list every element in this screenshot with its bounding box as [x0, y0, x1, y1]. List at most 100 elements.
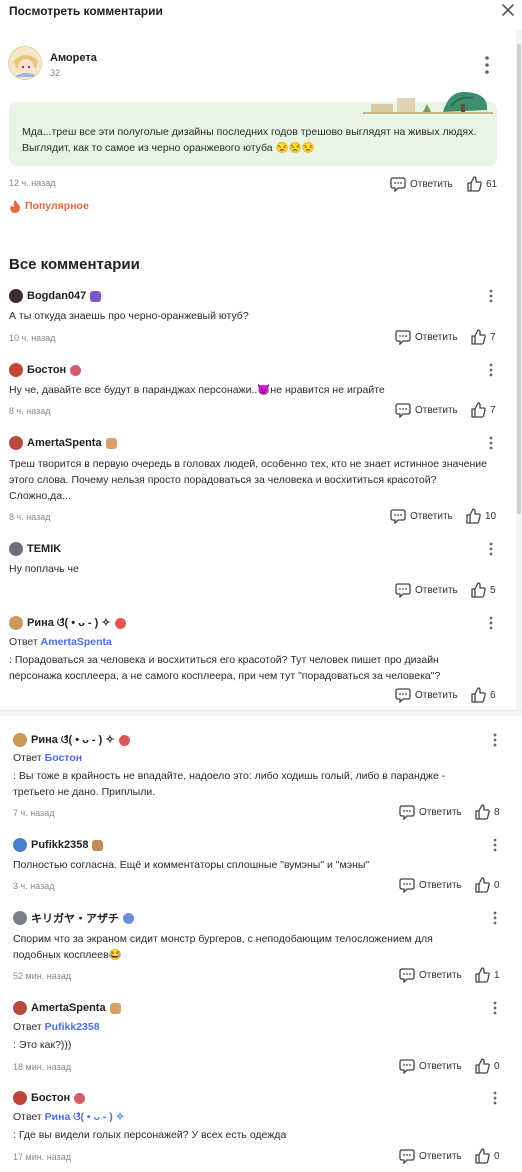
fire-icon	[9, 199, 21, 213]
thumbs-up-icon	[474, 804, 490, 820]
reply-button[interactable]: Ответить	[399, 804, 462, 820]
comment-text: : Где вы видели голых персонажей? У всех…	[13, 1129, 287, 1141]
comment-author[interactable]: AmertaSpenta	[27, 437, 102, 449]
thumbs-up-icon	[470, 582, 486, 598]
reply-label: Ответить	[415, 689, 458, 701]
reply-reference: Ответ Pufikk2358	[13, 1021, 100, 1033]
avatar[interactable]	[9, 289, 23, 303]
more-options-icon[interactable]	[485, 541, 497, 557]
more-options-icon[interactable]	[478, 54, 496, 76]
main-author-level: 32	[50, 68, 61, 78]
comment-author[interactable]: Pufikk2358	[31, 839, 88, 851]
like-button[interactable]: 0	[474, 1058, 500, 1074]
avatar[interactable]	[13, 733, 27, 747]
comment-bubble-icon	[395, 687, 411, 703]
more-options-icon[interactable]	[489, 910, 501, 926]
more-options-icon[interactable]	[489, 837, 501, 853]
reply-button[interactable]: Ответить	[390, 176, 453, 192]
more-options-icon[interactable]	[485, 362, 497, 378]
more-options-icon[interactable]	[485, 288, 497, 304]
scrollbar-thumb[interactable]	[517, 44, 521, 514]
scrollbar[interactable]	[516, 30, 522, 710]
reply-button[interactable]: Ответить	[390, 508, 453, 524]
badge-icon	[109, 1002, 121, 1014]
reply-label: Ответить	[415, 404, 458, 416]
more-options-icon[interactable]	[485, 615, 497, 631]
reply-button[interactable]: Ответить	[399, 877, 462, 893]
avatar[interactable]	[8, 46, 42, 80]
reply-target-link[interactable]: Pufikk2358	[45, 1021, 100, 1033]
like-button[interactable]: 61	[466, 176, 497, 192]
more-options-icon[interactable]	[489, 732, 501, 748]
dialog-header: Посмотреть комментарии	[0, 0, 522, 24]
comment-author[interactable]: AmertaSpenta	[31, 1002, 106, 1014]
avatar[interactable]	[9, 616, 23, 630]
reply-button[interactable]: Ответить	[395, 402, 458, 418]
landscape-decoration-icon	[363, 86, 493, 120]
avatar[interactable]	[13, 911, 27, 925]
dialog-title: Посмотреть комментарии	[9, 4, 163, 18]
comment-author[interactable]: Рина ଓ̊( • ᴗ - ) ✧	[27, 616, 111, 630]
avatar[interactable]	[13, 838, 27, 852]
like-count: 7	[490, 331, 496, 343]
like-button[interactable]: 8	[474, 804, 500, 820]
reply-target-link[interactable]: Рина ଓ̊( • ᴗ - ) ✧	[45, 1111, 125, 1123]
reply-prefix: Ответ	[13, 1021, 42, 1033]
comment-bubble-icon	[399, 967, 415, 983]
main-comment-time: 12 ч. назад	[9, 178, 56, 188]
comment-time: 8 ч. назад	[9, 406, 51, 416]
like-count: 6	[490, 689, 496, 701]
like-button[interactable]: 5	[470, 582, 496, 598]
more-options-icon[interactable]	[489, 1000, 501, 1016]
thumbs-up-icon	[474, 1058, 490, 1074]
main-author-name[interactable]: Аморета	[50, 52, 97, 64]
comment-bubble-icon	[399, 1058, 415, 1074]
comment-time: 17 мин. назад	[13, 1152, 71, 1162]
avatar[interactable]	[9, 363, 23, 377]
reply-button[interactable]: Ответить	[395, 329, 458, 345]
reply-button[interactable]: Ответить	[395, 687, 458, 703]
like-button[interactable]: 7	[470, 402, 496, 418]
comment-author[interactable]: Рина ଓ̊( • ᴗ - ) ✧	[31, 733, 115, 747]
comment-time: 7 ч. назад	[13, 808, 55, 818]
comment-author[interactable]: キリガヤ・アザチ	[31, 910, 119, 926]
avatar[interactable]	[13, 1001, 27, 1015]
reply-button[interactable]: Ответить	[395, 582, 458, 598]
comment-text: Спорим что за экраном сидит монстр бурге…	[13, 933, 433, 961]
like-button[interactable]: 0	[474, 877, 500, 893]
comment-bubble-icon	[399, 877, 415, 893]
reply-reference: Ответ Рина ଓ̊( • ᴗ - ) ✧	[13, 1111, 124, 1124]
comment-time: 18 мин. назад	[13, 1062, 71, 1072]
badge-icon	[105, 437, 117, 449]
avatar[interactable]	[9, 436, 23, 450]
badge-icon	[123, 912, 134, 924]
reply-button[interactable]: Ответить	[399, 1058, 462, 1074]
more-options-icon[interactable]	[485, 435, 497, 451]
thumbs-up-icon	[470, 687, 486, 703]
comment-author[interactable]: TEMIK	[27, 543, 61, 555]
like-button[interactable]: 10	[465, 508, 496, 524]
avatar[interactable]	[9, 542, 23, 556]
like-button[interactable]: 1	[474, 967, 500, 983]
like-count: 1	[494, 969, 500, 981]
reply-button[interactable]: Ответить	[399, 967, 462, 983]
reply-button[interactable]: Ответить	[399, 1148, 462, 1164]
like-button[interactable]: 6	[470, 687, 496, 703]
reply-target-link[interactable]: Бостон	[45, 752, 82, 764]
like-button[interactable]: 0	[474, 1148, 500, 1164]
avatar[interactable]	[13, 1091, 27, 1105]
comment-author[interactable]: Бостон	[31, 1092, 70, 1104]
badge-icon	[70, 364, 82, 376]
close-icon[interactable]	[500, 2, 516, 18]
more-options-icon[interactable]	[489, 1090, 501, 1106]
reply-target-link[interactable]: AmertaSpenta	[41, 636, 112, 648]
comment-author[interactable]: Бостон	[27, 364, 66, 376]
comment-bubble-icon	[395, 582, 411, 598]
thumbs-up-icon	[474, 1148, 490, 1164]
reply-prefix: Ответ	[9, 636, 38, 648]
comment-author[interactable]: Bogdan047	[27, 290, 86, 302]
like-count: 7	[490, 404, 496, 416]
like-button[interactable]: 7	[470, 329, 496, 345]
reply-label: Ответить	[410, 510, 453, 522]
reply-prefix: Ответ	[13, 1111, 42, 1123]
